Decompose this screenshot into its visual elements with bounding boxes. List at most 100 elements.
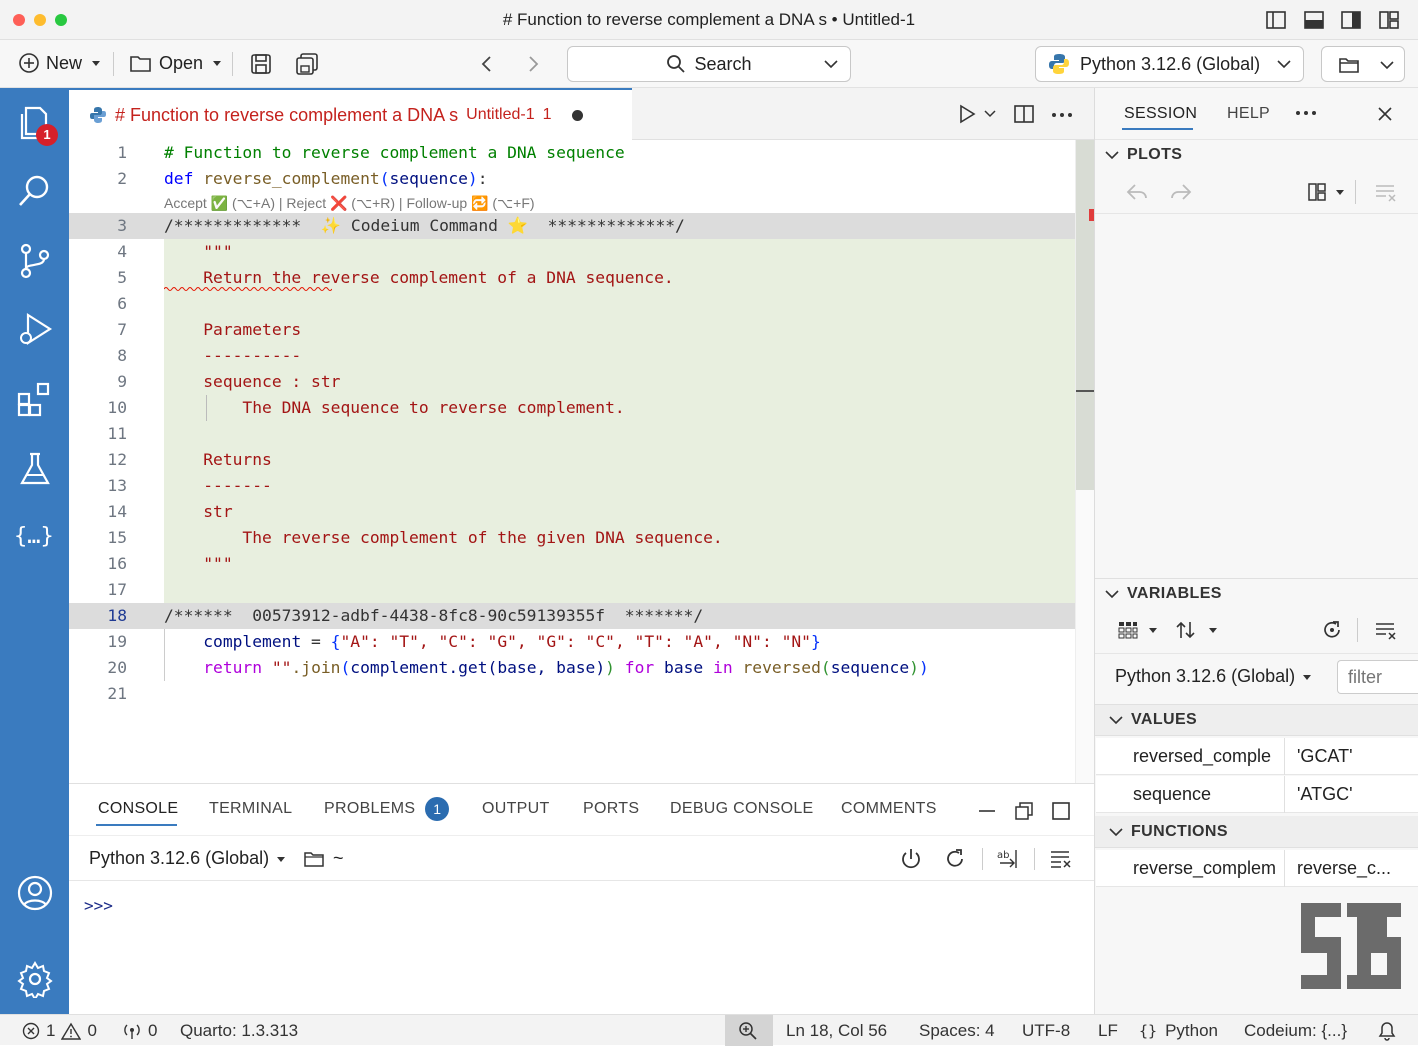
- save-all-icon[interactable]: [294, 52, 320, 76]
- code-line: 14 str: [107, 502, 233, 521]
- maximize-panel-icon[interactable]: [1051, 801, 1071, 821]
- clear-console-icon[interactable]: [1049, 848, 1073, 870]
- unsaved-dot-icon[interactable]: [571, 109, 583, 121]
- chevron-down-icon: [824, 60, 838, 69]
- indentation[interactable]: Spaces: 4: [919, 1021, 995, 1041]
- save-icon[interactable]: [249, 52, 273, 76]
- console-interpreter-label: Python 3.12.6 (Global): [89, 848, 270, 868]
- encoding[interactable]: UTF-8: [1022, 1021, 1070, 1041]
- power-icon[interactable]: [899, 847, 923, 871]
- function-row[interactable]: reverse_complem reverse_c...: [1096, 850, 1418, 887]
- error-count: 1: [46, 1021, 56, 1040]
- functions-group-header[interactable]: FUNCTIONS: [1095, 816, 1418, 848]
- variables-toolbar: [1095, 608, 1418, 654]
- plots-section-header[interactable]: PLOTS: [1095, 140, 1418, 170]
- console-toolbar: Python 3.12.6 (Global) ~ ab: [69, 835, 1094, 881]
- word-wrap-icon[interactable]: ab: [996, 848, 1020, 870]
- toggle-panel-icon[interactable]: [1303, 9, 1325, 31]
- customize-layout-icon[interactable]: [1378, 9, 1400, 31]
- run-debug-icon[interactable]: [16, 310, 54, 348]
- tab-session[interactable]: SESSION: [1124, 105, 1197, 123]
- clear-plots-icon[interactable]: [1374, 182, 1398, 204]
- tab-problems[interactable]: PROBLEMS 1: [324, 797, 450, 821]
- run-icon[interactable]: [957, 104, 977, 124]
- split-editor-icon[interactable]: [1014, 104, 1034, 124]
- variables-braces-icon[interactable]: {…}: [14, 524, 54, 549]
- forward-icon[interactable]: [524, 54, 542, 74]
- line-ending[interactable]: LF: [1098, 1021, 1118, 1041]
- problems-status[interactable]: 1 0: [22, 1021, 97, 1041]
- tab-title: # Function to reverse complement a DNA s: [115, 104, 459, 125]
- back-icon[interactable]: [478, 54, 496, 74]
- plus-circle-icon: [19, 53, 39, 73]
- tab-ports[interactable]: PORTS: [583, 800, 639, 818]
- interpreter-selector[interactable]: Python 3.12.6 (Global): [1035, 46, 1304, 82]
- language-label: Python: [1165, 1021, 1218, 1040]
- variables-interpreter-label: Python 3.12.6 (Global): [1115, 666, 1296, 686]
- zoom-status[interactable]: [725, 1015, 773, 1046]
- console-prompt[interactable]: >>>: [84, 896, 113, 915]
- problems-badge: 1: [425, 797, 450, 821]
- chevron-down-icon[interactable]: [984, 110, 996, 118]
- new-button[interactable]: New: [18, 52, 101, 74]
- notifications-bell-icon[interactable]: [1377, 1021, 1397, 1041]
- minimize-panel-icon[interactable]: [977, 801, 997, 821]
- tab-debug-console[interactable]: DEBUG CONSOLE: [670, 800, 814, 818]
- next-plot-icon[interactable]: [1169, 182, 1193, 202]
- restart-icon[interactable]: [943, 847, 967, 871]
- extensions-icon[interactable]: [16, 380, 54, 418]
- variables-filter-input[interactable]: [1337, 660, 1418, 694]
- scroll-thumb[interactable]: [1076, 140, 1094, 490]
- editor-tab[interactable]: # Function to reverse complement a DNA s…: [69, 88, 632, 140]
- chevron-down-icon: [1109, 827, 1123, 836]
- close-icon[interactable]: [1376, 105, 1394, 123]
- codeium-status[interactable]: Codeium: {...}: [1244, 1021, 1347, 1041]
- tab-terminal[interactable]: TERMINAL: [209, 800, 292, 818]
- variables-section-header[interactable]: VARIABLES: [1095, 578, 1418, 608]
- variable-row[interactable]: sequence 'ATGC': [1096, 776, 1418, 813]
- toggle-secondary-sidebar-icon[interactable]: [1340, 9, 1362, 31]
- ports-status[interactable]: 0: [122, 1021, 157, 1041]
- folder-icon[interactable]: [303, 849, 325, 869]
- more-actions-icon[interactable]: [1295, 110, 1317, 116]
- source-control-icon[interactable]: [16, 242, 54, 280]
- indent-guide: [206, 395, 207, 421]
- variables-interpreter-selector[interactable]: Python 3.12.6 (Global): [1115, 666, 1312, 687]
- account-icon[interactable]: [16, 874, 54, 912]
- search-icon[interactable]: [16, 172, 54, 210]
- tab-output[interactable]: OUTPUT: [482, 800, 550, 818]
- python-logo-icon: [1049, 54, 1069, 74]
- open-button[interactable]: Open: [129, 52, 222, 74]
- toggle-primary-sidebar-icon[interactable]: [1265, 9, 1287, 31]
- plot-layout-icon[interactable]: [1307, 182, 1329, 202]
- tab-console[interactable]: CONSOLE: [98, 800, 178, 818]
- clear-variables-icon[interactable]: [1374, 620, 1398, 642]
- chevron-down-icon[interactable]: [1336, 190, 1344, 195]
- settings-gear-icon[interactable]: [16, 960, 54, 998]
- sort-icon[interactable]: [1175, 620, 1197, 640]
- previous-plot-icon[interactable]: [1125, 182, 1149, 202]
- editor-scrollbar[interactable]: [1075, 140, 1095, 783]
- tab-comments[interactable]: COMMENTS: [841, 800, 937, 818]
- language-mode[interactable]: {} Python: [1139, 1021, 1218, 1041]
- more-actions-icon[interactable]: [1051, 112, 1073, 118]
- codeium-codelens[interactable]: Accept ✅ (⌥+A) | Reject ❌ (⌥+R) | Follow…: [164, 192, 535, 214]
- grouping-icon[interactable]: [1117, 620, 1139, 640]
- refresh-icon[interactable]: [1321, 619, 1343, 641]
- console-interpreter-selector[interactable]: Python 3.12.6 (Global): [89, 848, 286, 869]
- chevron-down-icon[interactable]: [1149, 628, 1157, 633]
- working-directory: ~: [333, 848, 344, 868]
- chevron-down-icon[interactable]: [1209, 628, 1217, 633]
- variable-row[interactable]: reversed_comple 'GCAT': [1096, 738, 1418, 775]
- code-editor[interactable]: 1 # Function to reverse complement a DNA …: [69, 140, 1075, 783]
- cursor-position[interactable]: Ln 18, Col 56: [786, 1021, 887, 1041]
- quarto-version[interactable]: Quarto: 1.3.313: [180, 1021, 298, 1041]
- restore-panel-icon[interactable]: [1014, 801, 1034, 821]
- interpreter-label: Python 3.12.6 (Global): [1080, 53, 1261, 74]
- testing-flask-icon[interactable]: [16, 450, 54, 488]
- values-group-header[interactable]: VALUES: [1095, 704, 1418, 736]
- tab-help[interactable]: HELP: [1227, 105, 1270, 123]
- search-box[interactable]: Search: [567, 46, 851, 82]
- divider: [1355, 180, 1356, 204]
- workspace-folder-button[interactable]: [1321, 46, 1405, 82]
